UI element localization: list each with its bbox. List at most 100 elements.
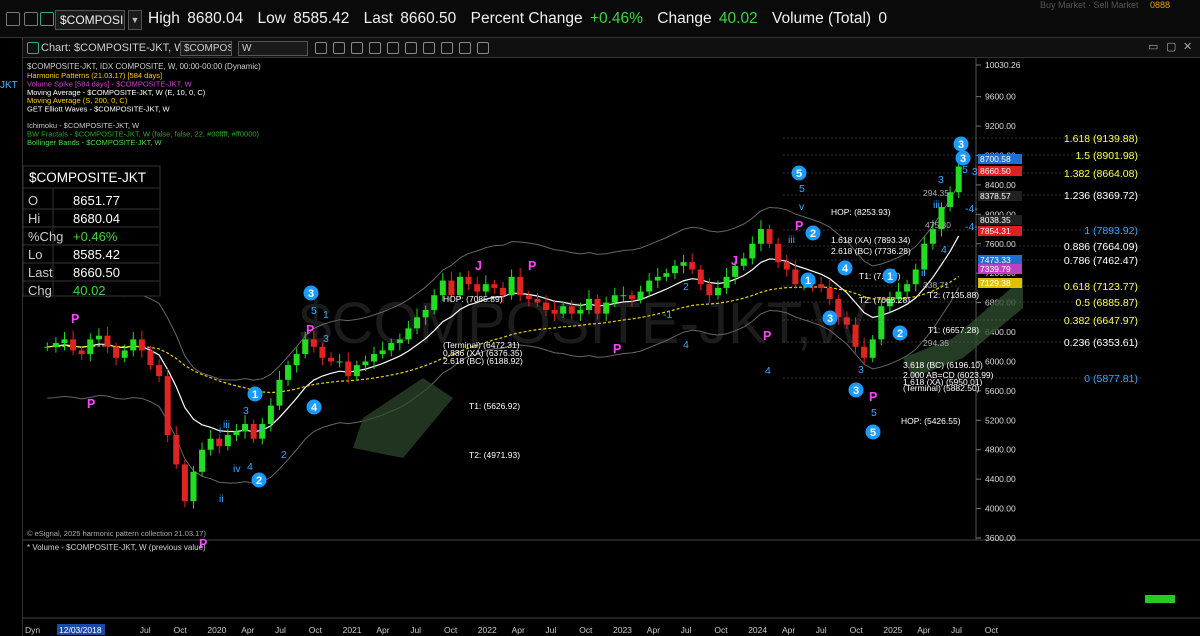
candle-body [216, 438, 223, 447]
candle-body [852, 324, 859, 347]
wave-label: 1 [323, 309, 329, 321]
y-tick-label: 4000.00 [985, 504, 1016, 514]
candle-body [878, 306, 885, 340]
draw-tools-icon[interactable] [369, 42, 381, 54]
candle-body [164, 376, 171, 436]
chevron-down-icon[interactable]: ▼ [128, 10, 142, 30]
indicator-legend-item: GET Elliott Waves - $COMPOSITE-JKT, W [27, 105, 170, 114]
candle-body [792, 269, 799, 285]
candle-body [336, 361, 343, 363]
fib-level-label: 1 (7893.92) [1084, 225, 1138, 237]
fib-level-label: 0.236 (6353.61) [1064, 337, 1138, 349]
properties-icon[interactable] [405, 42, 417, 54]
price-tags: 8700.588660.508378.578038.357854.317473.… [978, 154, 1022, 288]
window-title: Chart: $COMPOSITE-JKT, W [41, 42, 185, 54]
wave-label: i [219, 424, 221, 436]
link-icon[interactable] [24, 12, 38, 26]
fib-level-label: 1.236 (8369.72) [1064, 190, 1138, 202]
candle-body [577, 309, 584, 314]
harmonic-label: 338.71 [923, 280, 949, 290]
harmonic-label: 2.618 (BC) (6188.92) [443, 356, 523, 366]
wave-label: 3 [938, 174, 944, 186]
bar-type-icon[interactable] [333, 42, 345, 54]
info-box: $COMPOSITE-JKT O 8651.77 Hi 8680.04 %Chg +0.4… [23, 165, 161, 298]
print-icon[interactable] [477, 42, 489, 54]
wave-label: 4 [683, 339, 689, 351]
low-label: Low [257, 10, 286, 27]
candle-body [757, 229, 764, 244]
candle-body [706, 284, 713, 296]
low-value: 8585.42 [293, 10, 350, 27]
x-tick-label: Jul [816, 625, 827, 635]
candle-body [130, 339, 137, 351]
x-axis-prefix: Dyn [25, 625, 40, 635]
candle-body [78, 350, 85, 355]
x-tick-label: Jul [681, 625, 692, 635]
maximize-icon[interactable]: ▢ [1166, 40, 1176, 53]
compare-icon[interactable] [315, 42, 327, 54]
x-tick-label: Oct [444, 625, 458, 635]
account-badge: 0888 [1150, 0, 1171, 10]
candle-body [749, 243, 756, 259]
candle-body [689, 262, 696, 270]
wave-label: 2 [281, 449, 287, 461]
harmonic-label: 294.35 [923, 188, 949, 198]
chart-canvas[interactable]: $COMPOSITE-JKT,W 10030.26 9600.00 9200.00 8… [23, 58, 1200, 636]
grid-icon[interactable] [6, 12, 20, 26]
wave-label: 5 [799, 183, 805, 195]
harmonic-label: HOP: (8253.93) [831, 207, 891, 217]
pattern-label: J [731, 254, 738, 268]
x-tick-label: 2021 [343, 625, 362, 635]
candle-body [95, 335, 102, 340]
candle-body [508, 276, 515, 296]
harmonic-label: 1.618 (XA) (7893.34) [831, 235, 911, 245]
quote-summary: High 8680.04 Low 8585.42 Last 8660.50 Pe… [148, 10, 890, 28]
trade-hint[interactable]: Buy Market · Sell Market [1040, 0, 1139, 10]
green-chain-icon[interactable] [40, 12, 54, 26]
wave-circle-label: 4 [842, 263, 849, 275]
y-tick-label: 9200.00 [985, 121, 1016, 131]
zoom-icon[interactable] [387, 42, 399, 54]
info-row-label: Hi [28, 211, 40, 226]
cursor-icon[interactable] [423, 42, 435, 54]
fib-level-label: 0.5 (6885.87) [1076, 297, 1138, 309]
y-tick-label: 8400.00 [985, 180, 1016, 190]
wave-label: -4- [965, 221, 978, 233]
wave-circle-label: 5 [796, 168, 802, 180]
volume-marker [1145, 595, 1175, 603]
wave-label: 4 [765, 365, 771, 377]
wave-circle-label: 2 [810, 228, 816, 240]
candle-body [44, 346, 51, 348]
candle-body [242, 423, 249, 432]
x-tick-label: 2023 [613, 625, 632, 635]
symbol-input[interactable]: $COMPOSI [55, 10, 125, 30]
close-icon[interactable]: ✕ [1183, 40, 1192, 53]
candle-body [422, 309, 429, 318]
wave-label: v [799, 201, 805, 213]
window-interval-input[interactable]: W [238, 41, 308, 56]
y-tick-label: 5200.00 [985, 415, 1016, 425]
indicator-icon[interactable] [351, 42, 363, 54]
crosshair-icon[interactable] [459, 42, 471, 54]
candle-body [611, 295, 618, 303]
grid-toggle-icon[interactable] [441, 42, 453, 54]
x-tick-label: Oct [850, 625, 864, 635]
chart-link-icon[interactable] [27, 42, 39, 54]
minimize-icon[interactable]: ▭ [1148, 40, 1158, 53]
x-tick-label: Oct [985, 625, 999, 635]
x-tick-label: Oct [309, 625, 323, 635]
volume-value: 0 [878, 10, 888, 27]
change-label: Change [657, 10, 712, 27]
info-symbol: $COMPOSITE-JKT [29, 170, 146, 185]
info-row-label: Last [28, 265, 53, 280]
candle-body [362, 361, 369, 366]
y-tick-label: 7600.00 [985, 239, 1016, 249]
last-value: 8660.50 [400, 10, 457, 27]
fib-level-label: 0 (5877.81) [1084, 373, 1138, 385]
wave-label: 3 [323, 333, 329, 345]
window-symbol-input[interactable]: $COMPOSI [180, 41, 232, 56]
pattern-label: P [613, 342, 621, 356]
wave-label: iii [788, 234, 795, 246]
wave-circle-label: 1 [805, 275, 811, 287]
window-titlebar[interactable]: Chart: $COMPOSITE-JKT, W $COMPOSI W ▭ ▢ … [23, 38, 1200, 58]
